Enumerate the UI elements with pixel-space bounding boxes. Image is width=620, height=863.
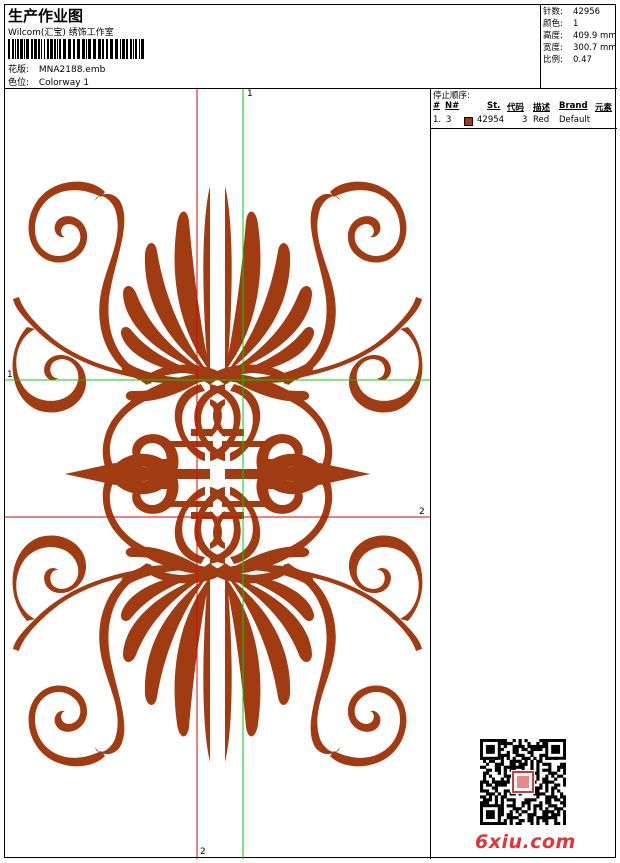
stop-sequence-title: 停止顺序: <box>433 91 470 101</box>
spec-width: 宽度: 300.7 mm <box>543 43 617 53</box>
design-preview: 1 1 2 2 <box>5 89 431 859</box>
spec-stitches: 针数: 42956 <box>543 7 601 17</box>
spec-scale: 比例: 0.47 <box>543 55 592 65</box>
barcode-icon <box>8 39 144 59</box>
header-info: 生产作业图 Wilcom(汇宝) 绣饰工作室 花版: MNA2188.emb 色… <box>5 5 541 89</box>
stop-sequence-header: # N# St. 代码 描述 Brand 元素 <box>431 101 617 114</box>
colorway-value: Colorway 1 <box>38 78 90 88</box>
table-row: 1. 3 42954 3 Red Default <box>431 115 617 128</box>
thread-color-swatch <box>464 117 473 126</box>
motif-shapes <box>12 181 423 767</box>
spec-colors: 颜色: 1 <box>543 19 579 29</box>
guide-label-green-v: 1 <box>247 89 253 99</box>
col-index: # <box>433 101 441 111</box>
col-brand: Brand <box>559 101 588 111</box>
embroidery-design <box>5 89 430 859</box>
row-needle: 3 <box>446 115 452 125</box>
col-stitches: St. <box>487 101 501 111</box>
col-needle: N# <box>445 101 460 111</box>
col-code: 代码 <box>507 103 525 113</box>
page-title: 生产作业图 <box>8 7 84 25</box>
col-description: 描述 <box>533 103 551 113</box>
row-description: Red <box>533 115 550 125</box>
col-element: 元素 <box>595 103 613 113</box>
guide-label-red-h: 2 <box>419 507 425 517</box>
design-line: 花版: MNA2188.emb <box>8 62 105 75</box>
design-label: 花版: <box>8 65 30 75</box>
spec-list: 针数: 42956 颜色: 1 高度: 409.9 mm 宽度: 300.7 mm 比例… <box>541 5 617 89</box>
colorway-line: 色位: Colorway 1 <box>8 75 89 88</box>
qr-code-icon <box>480 739 566 825</box>
table-divider <box>431 128 617 129</box>
spec-height: 高度: 409.9 mm <box>543 31 617 41</box>
row-stitches: 42954 <box>477 115 505 125</box>
row-code: 3 <box>522 115 528 125</box>
company-name: Wilcom(汇宝) 绣饰工作室 <box>8 28 114 38</box>
production-sheet: 生产作业图 Wilcom(汇宝) 绣饰工作室 花版: MNA2188.emb 色… <box>4 4 617 859</box>
row-index: 1. <box>433 115 442 125</box>
design-filename: MNA2188.emb <box>38 65 106 75</box>
colorway-label: 色位: <box>8 78 30 88</box>
guide-label-green-h: 1 <box>7 370 13 380</box>
watermark-text: 6xiu.com <box>475 831 576 853</box>
row-brand: Default <box>559 115 591 125</box>
guide-label-red-v: 2 <box>200 847 206 857</box>
stop-sequence-panel: 停止顺序: # N# St. 代码 描述 Brand 元素 1. 3 42954… <box>431 89 617 859</box>
